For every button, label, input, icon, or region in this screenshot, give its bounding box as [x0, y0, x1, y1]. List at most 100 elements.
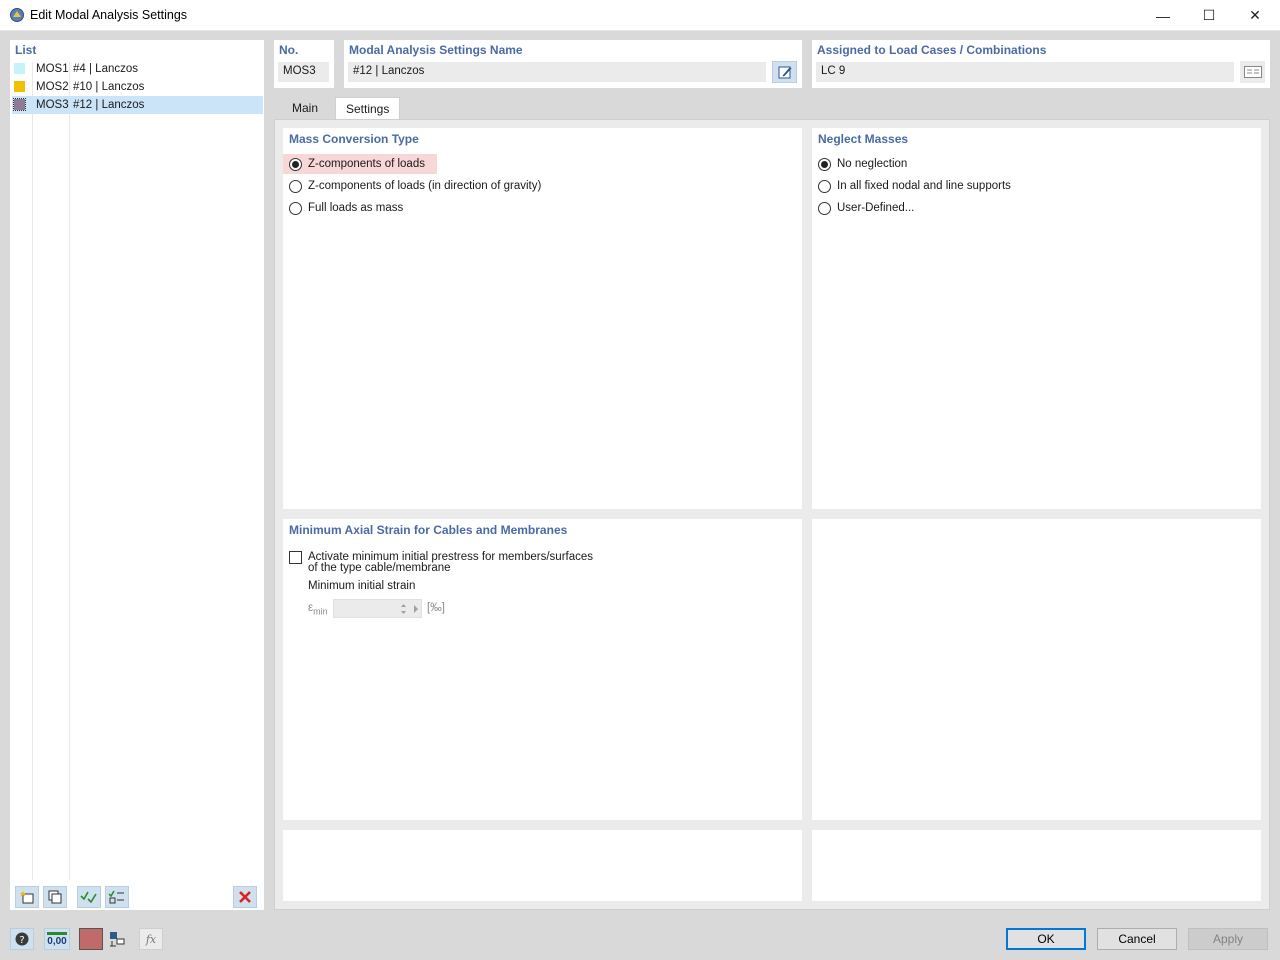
list-item-name: #4 | Lanczos [73, 63, 139, 75]
minimize-button[interactable]: — [1140, 0, 1186, 31]
mass-option-label: Full loads as mass [308, 202, 404, 214]
list-item-mos1[interactable]: MOS1 #4 | Lanczos [12, 60, 263, 78]
mass-option-label: Z-components of loads (in direction of g… [308, 180, 542, 192]
maximize-button[interactable]: ☐ [1186, 0, 1232, 31]
check-selected-button[interactable] [105, 886, 129, 908]
color-button[interactable] [79, 928, 103, 950]
window-title: Edit Modal Analysis Settings [30, 8, 188, 22]
check-all-button[interactable] [77, 886, 101, 908]
list-panel: List MOS1 #4 | Lanczos MOS2 #10 | Lanczo… [10, 40, 264, 910]
cancel-button[interactable]: Cancel [1097, 928, 1177, 950]
dialog-client: List MOS1 #4 | Lanczos MOS2 #10 | Lanczo… [0, 31, 1280, 960]
epsilon-subscript: min [313, 606, 328, 617]
assigned-field[interactable]: LC 9 [816, 62, 1234, 82]
list-item-mos2[interactable]: MOS2 #10 | Lanczos [12, 78, 263, 96]
settings-tab-panel: Mass Conversion Type Z-components of loa… [274, 119, 1270, 910]
list-item-code: MOS2 [36, 81, 69, 93]
copy-item-button[interactable] [43, 886, 67, 908]
check-all-icon [80, 891, 97, 904]
prestress-label-line2: of the type cable/membrane [308, 562, 451, 574]
fx-icon: fx [145, 932, 157, 946]
radio-unselected[interactable] [818, 201, 831, 215]
neglect-masses-group: Neglect Masses No neglection In all fixe… [812, 128, 1261, 509]
list-item-name: #12 | Lanczos [73, 99, 145, 111]
list-label: List [15, 43, 37, 57]
settings-name-field[interactable]: #12 | Lanczos [348, 62, 766, 82]
list-divider [32, 62, 33, 880]
mass-option-z-gravity[interactable]: Z-components of loads (in direction of g… [289, 176, 541, 196]
min-strain-input[interactable] [333, 599, 422, 618]
minimize-icon: — [1156, 7, 1170, 24]
delete-icon [239, 891, 251, 903]
close-icon: ✕ [1249, 7, 1261, 23]
ok-button[interactable]: OK [1006, 928, 1086, 950]
settings-name-box: Modal Analysis Settings Name #12 | Lancz… [344, 40, 802, 88]
mass-option-label: Z-components of loads [308, 158, 425, 170]
mass-option-z-components[interactable]: Z-components of loads [283, 154, 437, 174]
help-button[interactable]: ? [10, 928, 34, 950]
copy-item-icon [48, 890, 62, 904]
min-strain-unit: [‰] [427, 602, 445, 614]
mass-option-full-loads[interactable]: Full loads as mass [289, 198, 403, 218]
list-item-code: MOS3 [36, 99, 69, 111]
empty-group-bottom-left [283, 830, 802, 901]
apply-button[interactable]: Apply [1188, 928, 1268, 950]
assigned-label: Assigned to Load Cases / Combinations [817, 43, 1047, 57]
list-divider [69, 62, 70, 880]
svg-text:?: ? [19, 935, 24, 946]
empty-group-right [812, 519, 1261, 820]
app-icon [10, 8, 24, 22]
list-item-code: MOS1 [36, 63, 69, 75]
list-item-name: #10 | Lanczos [73, 81, 145, 93]
neglect-option-label: In all fixed nodal and line supports [837, 180, 1011, 192]
number-field[interactable]: MOS3 [278, 62, 329, 82]
empty-group-bottom-right [812, 830, 1261, 901]
assigned-box: Assigned to Load Cases / Combinations LC… [812, 40, 1270, 88]
new-item-icon [20, 891, 34, 904]
new-item-button[interactable] [15, 886, 39, 908]
list-select-icon [1243, 66, 1262, 78]
min-strain-label: Minimum initial strain [308, 580, 416, 592]
radio-selected[interactable] [818, 157, 831, 171]
close-button[interactable]: ✕ [1232, 0, 1278, 31]
color-swatch [13, 98, 26, 111]
number-box: No. MOS3 [274, 40, 334, 88]
delete-button[interactable] [233, 886, 257, 908]
neglect-option-none[interactable]: No neglection [818, 154, 907, 174]
assign-load-cases-button[interactable] [1240, 61, 1265, 83]
units-decimals-button[interactable]: 0,00 [44, 928, 70, 950]
prestress-checkbox[interactable] [289, 550, 302, 564]
mass-conversion-label: Mass Conversion Type [289, 132, 419, 146]
epsilon-min-symbol: εmin [308, 602, 328, 616]
axial-strain-group: Minimum Axial Strain for Cables and Memb… [283, 519, 802, 820]
radio-unselected[interactable] [818, 179, 831, 193]
settings-name-label: Modal Analysis Settings Name [349, 43, 523, 57]
check-selected-icon [108, 890, 124, 904]
units-decimals-icon: 0,00 [47, 931, 67, 947]
display-settings-button[interactable] [105, 928, 129, 950]
number-label: No. [279, 43, 299, 57]
help-icon: ? [15, 932, 29, 946]
radio-unselected[interactable] [289, 201, 302, 215]
neglect-masses-label: Neglect Masses [818, 132, 909, 146]
formula-button[interactable]: fx [139, 928, 163, 950]
axial-strain-label: Minimum Axial Strain for Cables and Memb… [289, 523, 568, 537]
display-settings-icon [110, 932, 125, 947]
neglect-option-fixed-supports[interactable]: In all fixed nodal and line supports [818, 176, 1011, 196]
radio-selected[interactable] [289, 157, 302, 171]
color-swatch [14, 63, 25, 74]
list-item-mos3[interactable]: MOS3 #12 | Lanczos [12, 96, 263, 114]
title-bar: Edit Modal Analysis Settings — ☐ ✕ [0, 0, 1280, 31]
color-swatch [14, 81, 25, 92]
radio-unselected[interactable] [289, 179, 302, 193]
tab-main[interactable]: Main [282, 97, 328, 119]
tab-settings[interactable]: Settings [335, 97, 401, 119]
mass-conversion-group: Mass Conversion Type Z-components of loa… [283, 128, 802, 509]
spinner-arrows-icon[interactable] [400, 602, 407, 616]
neglect-option-user-defined[interactable]: User-Defined... [818, 198, 914, 218]
neglect-option-label: User-Defined... [837, 202, 915, 214]
edit-name-button[interactable] [772, 61, 797, 83]
expand-right-icon[interactable] [413, 604, 419, 614]
neglect-option-label: No neglection [837, 158, 908, 170]
edit-pencil-icon [778, 66, 791, 79]
